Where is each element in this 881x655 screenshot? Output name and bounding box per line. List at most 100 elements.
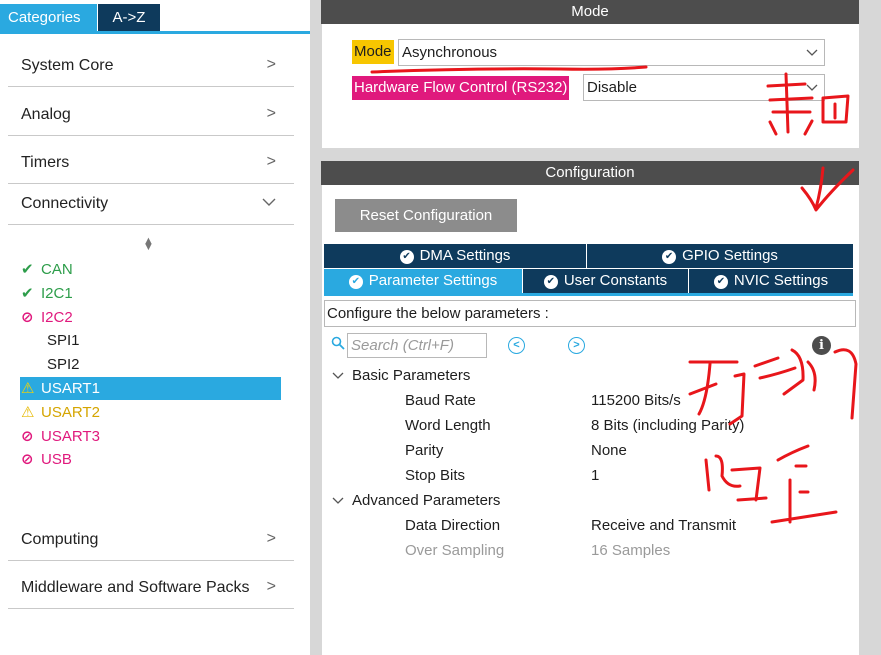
chevron-right-icon: > xyxy=(266,578,276,595)
group-advanced-parameters[interactable]: Advanced Parameters xyxy=(332,490,500,512)
section-gap xyxy=(321,148,859,161)
search-input[interactable]: Search (Ctrl+F) xyxy=(347,333,487,358)
category-connectivity[interactable]: Connectivity xyxy=(8,177,294,225)
param-value[interactable]: None xyxy=(591,440,627,462)
tab-label: NVIC Settings xyxy=(733,272,829,289)
category-label: Timers xyxy=(21,154,70,171)
group-title-label: Basic Parameters xyxy=(352,367,471,384)
connectivity-item-usart3[interactable]: ⊘ USART3 xyxy=(21,425,100,448)
hfc-value: Disable xyxy=(587,79,638,96)
connectivity-item-label: SPI2 xyxy=(47,356,80,374)
tab-underline xyxy=(324,293,853,296)
chevron-right-icon: > xyxy=(266,56,276,73)
param-value[interactable]: Receive and Transmit xyxy=(591,515,736,537)
param-value[interactable]: 8 Bits (including Parity) xyxy=(591,415,744,437)
warning-icon: ⚠ xyxy=(21,380,35,397)
sort-icon[interactable]: ▲ ▼ xyxy=(143,236,154,253)
tab-categories[interactable]: Categories xyxy=(0,4,97,31)
mode-select[interactable]: Asynchronous xyxy=(398,39,825,66)
connectivity-item-label: SPI1 xyxy=(47,332,80,350)
group-basic-parameters[interactable]: Basic Parameters xyxy=(332,365,470,387)
param-name[interactable]: Word Length xyxy=(405,415,491,437)
connectivity-item-usb[interactable]: ⊘ USB xyxy=(21,448,72,471)
param-value[interactable]: 115200 Bits/s xyxy=(591,390,681,412)
previous-icon[interactable]: < xyxy=(508,337,525,354)
forbidden-icon: ⊘ xyxy=(21,308,34,326)
category-label: System Core xyxy=(21,57,114,74)
connectivity-item-i2c1[interactable]: ✔ I2C1 xyxy=(21,282,73,305)
connectivity-item-label: USART1 xyxy=(41,380,100,397)
param-name[interactable]: Stop Bits xyxy=(405,465,465,487)
left-panel: Categories A->Z System Core > Analog > T… xyxy=(0,0,310,655)
connectivity-item-i2c2[interactable]: ⊘ I2C2 xyxy=(21,306,73,329)
view-tabs: Categories A->Z xyxy=(0,0,310,34)
next-icon[interactable]: > xyxy=(568,337,585,354)
tab-parameter-settings[interactable]: ✔ Parameter Settings xyxy=(324,269,522,293)
check-circle-icon: ✔ xyxy=(399,250,414,264)
warning-icon: ⚠ xyxy=(21,403,35,421)
tab-label: User Constants xyxy=(563,272,668,289)
connectivity-item-label: USB xyxy=(41,451,72,469)
configuration-header: Configuration xyxy=(321,161,859,185)
panel-splitter[interactable] xyxy=(310,0,321,655)
search-icon xyxy=(331,336,345,350)
category-label: Connectivity xyxy=(21,195,109,212)
connectivity-item-label: USART3 xyxy=(41,427,100,445)
check-circle-icon: ✔ xyxy=(662,250,677,264)
tab-label: Parameter Settings xyxy=(368,272,498,289)
check-circle-icon: ✔ xyxy=(713,275,728,289)
param-name[interactable]: Parity xyxy=(405,440,443,462)
tab-user-constants[interactable]: ✔ User Constants xyxy=(523,269,688,293)
check-circle-icon: ✔ xyxy=(348,275,363,289)
param-name[interactable]: Data Direction xyxy=(405,515,500,537)
chevron-right-icon: > xyxy=(266,153,276,170)
check-icon: ✔ xyxy=(21,284,34,302)
category-system-core[interactable]: System Core > xyxy=(8,39,294,87)
category-middleware[interactable]: Middleware and Software Packs > xyxy=(8,561,294,609)
chevron-down-icon xyxy=(332,490,352,512)
connectivity-item-label: CAN xyxy=(41,261,73,278)
config-hint: Configure the below parameters : xyxy=(324,300,856,327)
category-label: Middleware and Software Packs xyxy=(21,579,250,596)
chevron-right-icon: > xyxy=(266,530,276,547)
chevron-down-icon xyxy=(262,194,276,212)
hfc-label: Hardware Flow Control (RS232) xyxy=(352,76,570,100)
connectivity-item-usart1[interactable]: ⚠ USART1 xyxy=(20,377,281,400)
connectivity-item-label: I2C2 xyxy=(41,308,73,326)
group-title-label: Advanced Parameters xyxy=(352,492,501,509)
category-label: Computing xyxy=(21,531,99,548)
check-circle-icon: ✔ xyxy=(543,275,558,289)
mode-value: Asynchronous xyxy=(402,44,498,61)
chevron-down-icon xyxy=(806,40,818,73)
param-name: Over Sampling xyxy=(405,542,505,559)
connectivity-item-spi1[interactable]: SPI1 xyxy=(21,329,80,352)
connectivity-item-spi2[interactable]: SPI2 xyxy=(21,353,80,376)
connectivity-item-can[interactable]: ✔ CAN xyxy=(21,258,73,281)
connectivity-item-label: USART2 xyxy=(41,403,100,421)
hfc-select[interactable]: Disable xyxy=(583,74,825,101)
tab-nvic-settings[interactable]: ✔ NVIC Settings xyxy=(689,269,853,293)
check-icon: ✔ xyxy=(21,261,34,278)
scrollbar-track[interactable] xyxy=(859,0,881,655)
tab-label: DMA Settings xyxy=(419,247,511,264)
param-value: 16 Samples xyxy=(591,542,671,559)
category-label: Analog xyxy=(21,106,71,123)
connectivity-item-label: I2C1 xyxy=(41,284,73,302)
info-icon[interactable]: i xyxy=(812,336,831,355)
forbidden-icon: ⊘ xyxy=(21,427,34,445)
chevron-right-icon: > xyxy=(266,105,276,122)
right-panel: Mode Mode Asynchronous Hardware Flow Con… xyxy=(321,0,881,655)
tab-label: GPIO Settings xyxy=(682,247,778,264)
tab-a-to-z[interactable]: A->Z xyxy=(98,4,160,31)
category-computing[interactable]: Computing > xyxy=(8,513,294,561)
tab-gpio-settings[interactable]: ✔ GPIO Settings xyxy=(587,244,853,268)
forbidden-icon: ⊘ xyxy=(21,451,34,469)
mode-label: Mode xyxy=(352,40,394,64)
connectivity-item-usart2[interactable]: ⚠ USART2 xyxy=(21,401,100,424)
mode-header: Mode xyxy=(321,0,859,24)
tab-dma-settings[interactable]: ✔ DMA Settings xyxy=(324,244,586,268)
reset-configuration-button[interactable]: Reset Configuration xyxy=(335,199,517,232)
param-name[interactable]: Baud Rate xyxy=(405,390,476,412)
param-value[interactable]: 1 xyxy=(591,465,599,487)
category-analog[interactable]: Analog > xyxy=(8,88,294,136)
